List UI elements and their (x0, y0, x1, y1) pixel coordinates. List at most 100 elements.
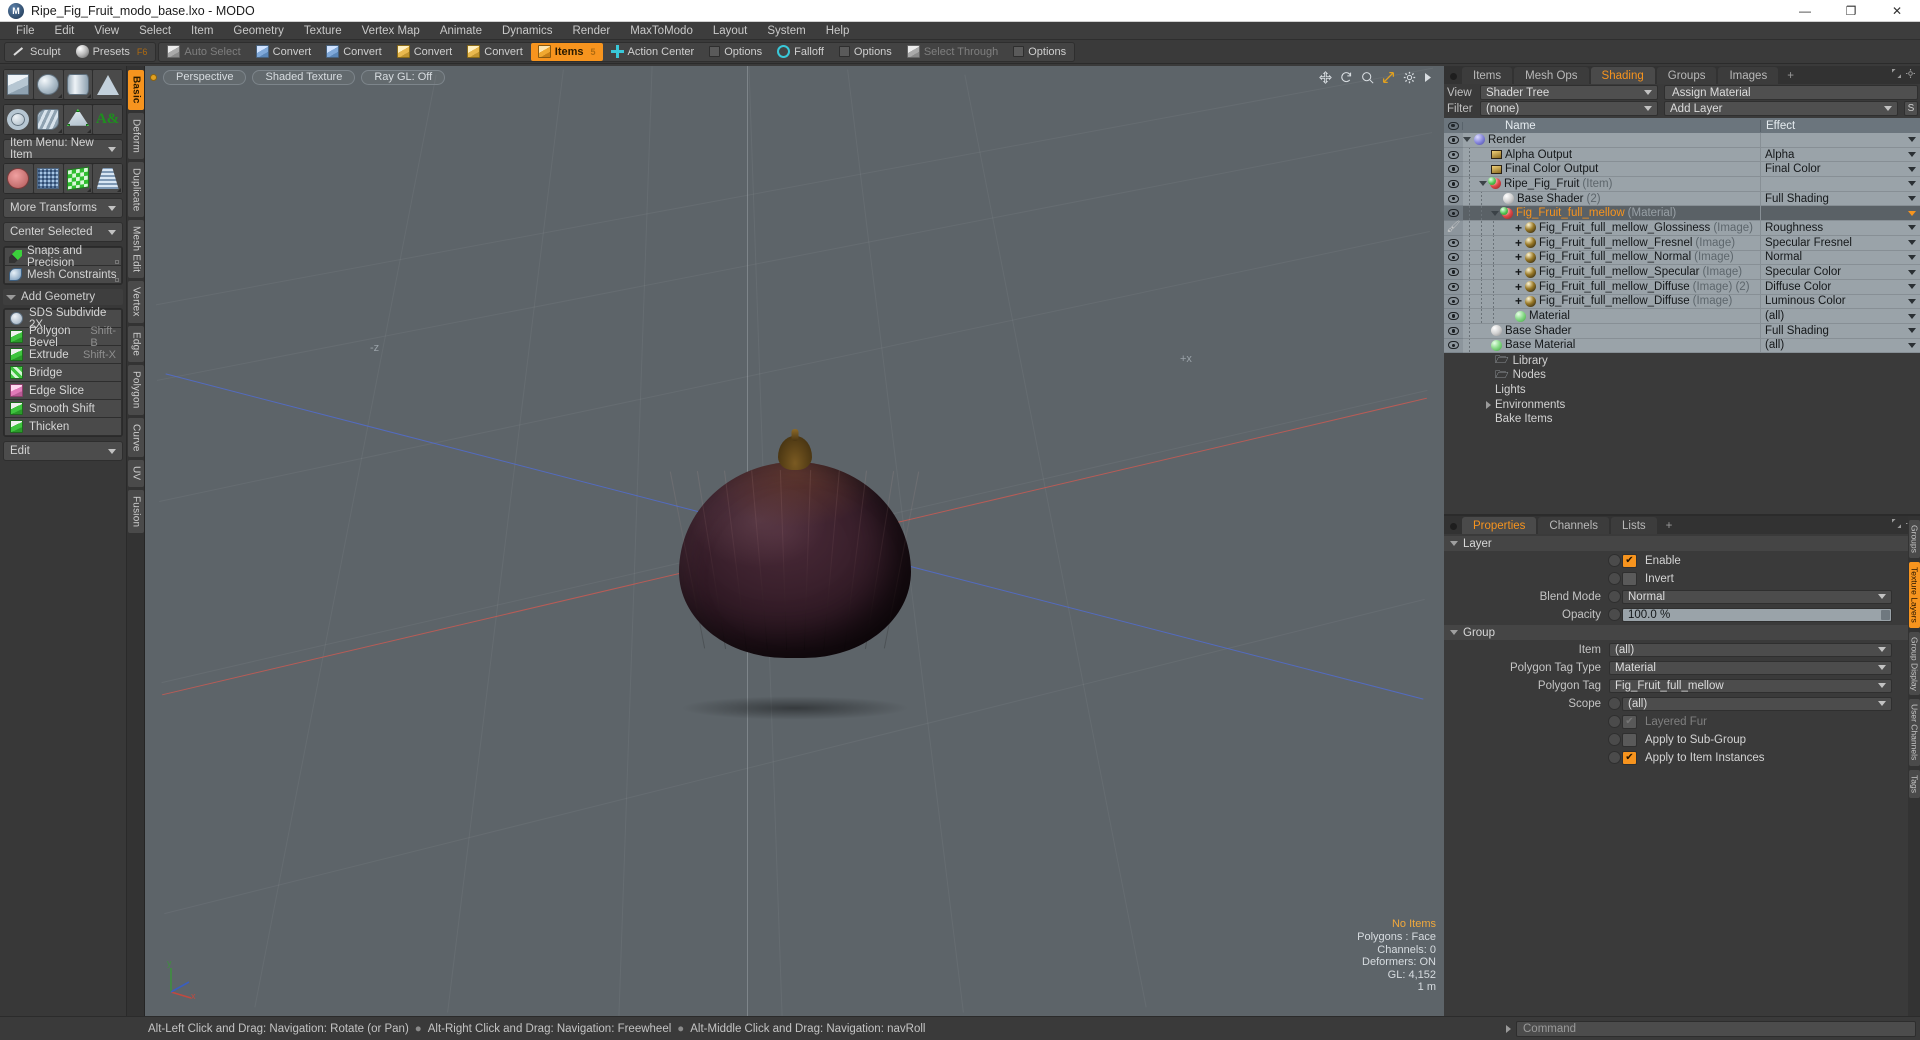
tab-add[interactable]: + (1659, 517, 1680, 534)
visibility-cell[interactable] (1444, 250, 1463, 266)
tree-name-cell[interactable]: Fig_Fruit_full_mellow (Material) (1463, 206, 1760, 222)
toolbar-button-items[interactable]: Items 5 (530, 42, 603, 61)
toolbar-button-options[interactable]: Options (702, 43, 769, 61)
tree-effect-cell[interactable] (1760, 133, 1920, 148)
tree-effect-cell[interactable] (1760, 177, 1920, 192)
minimize-button[interactable]: — (1782, 0, 1828, 22)
tab-add[interactable]: + (1780, 67, 1801, 84)
visibility-eye-icon[interactable] (1448, 165, 1459, 174)
invert-knob[interactable] (1608, 572, 1621, 585)
plus-icon[interactable]: + (1515, 222, 1522, 234)
visibility-eye-icon[interactable] (1448, 179, 1459, 188)
zoom-icon[interactable] (1361, 71, 1374, 84)
add-geometry-header[interactable]: Add Geometry (3, 289, 123, 305)
tree-name-cell[interactable]: Render (1463, 133, 1760, 148)
polygon-tag-type-dropdown[interactable]: Material (1609, 660, 1892, 675)
vertical-tab-polygon[interactable]: Polygon (128, 365, 144, 415)
torus-primitive-button[interactable] (4, 105, 33, 134)
visibility-cell[interactable] (1444, 191, 1463, 207)
slider-end-handle[interactable] (1881, 609, 1890, 620)
polygon-tag-dropdown[interactable]: Fig_Fruit_full_mellow (1609, 678, 1892, 693)
toolbar-button-options[interactable]: Options (832, 43, 899, 61)
tree-name-cell[interactable]: + Fig_Fruit_full_mellow_Normal (Image) (1463, 250, 1760, 266)
properties-side-tab-tags[interactable]: Tags (1909, 769, 1920, 798)
vertical-tab-curve[interactable]: Curve (128, 417, 144, 458)
tree-effect-cell[interactable] (1760, 206, 1920, 222)
properties-side-tab-groups[interactable]: Groups (1909, 520, 1920, 558)
visibility-eye-icon[interactable] (1448, 326, 1459, 335)
menu-item-vertex-map[interactable]: Vertex Map (352, 22, 430, 40)
view-dropdown[interactable]: Shader Tree (1480, 85, 1658, 100)
fit-icon[interactable] (1382, 71, 1395, 84)
rotate-icon[interactable] (1340, 71, 1353, 84)
tree-name-cell[interactable]: + Fig_Fruit_full_mellow_Specular (Image) (1463, 265, 1760, 280)
triangle-down-icon[interactable] (1463, 137, 1471, 143)
vertex-primitive-button[interactable] (63, 105, 93, 134)
edit-dropdown[interactable]: Edit (3, 441, 123, 461)
apply-sub-group-checkbox[interactable] (1622, 732, 1637, 747)
text-primitive-button[interactable]: A& (93, 105, 122, 134)
shader-tree-row[interactable]: Base Shader (2) Full Shading (1444, 191, 1920, 207)
tab-items[interactable]: Items (1462, 67, 1513, 84)
visibility-eye-icon[interactable] (1448, 282, 1459, 291)
mesh-grid-button[interactable] (33, 164, 63, 193)
visibility-cell[interactable] (1444, 323, 1463, 339)
cylinder-primitive-button[interactable] (63, 70, 93, 99)
fig-fruit-model[interactable] (669, 436, 919, 721)
viewport-canvas[interactable]: -z +x (145, 66, 1444, 1016)
shader-tree-row[interactable]: Alpha Output Alpha (1444, 147, 1920, 163)
viewport-shading-button[interactable]: Shaded Texture (252, 69, 356, 85)
move-icon[interactable] (1319, 70, 1332, 84)
shader-tree-row[interactable]: + Fig_Fruit_full_mellow_Specular (Image) Sp… (1444, 265, 1920, 280)
viewport-menu-dot-icon[interactable] (150, 73, 157, 81)
viewport-projection-button[interactable]: Perspective (163, 69, 247, 85)
plus-icon[interactable]: + (1515, 266, 1522, 278)
panel-menu-dot-icon[interactable] (1450, 73, 1457, 80)
plus-icon[interactable]: + (1515, 251, 1522, 263)
visibility-cell[interactable] (1444, 177, 1463, 192)
vertical-tab-fusion[interactable]: Fusion (128, 489, 144, 533)
shader-tree-row[interactable]: Base Material (all) (1444, 338, 1920, 354)
shader-tree-group-lights[interactable]: Lights (1444, 383, 1920, 398)
shader-tree-row[interactable]: + Fig_Fruit_full_mellow_Fresnel (Image) Spe… (1444, 235, 1920, 251)
more-transforms-dropdown[interactable]: More Transforms (3, 198, 123, 218)
visibility-cell[interactable] (1444, 235, 1463, 251)
geometry-tool-smooth-shift[interactable]: Smooth Shift (5, 400, 121, 417)
menu-item-maxtomodo[interactable]: MaxToModo (620, 22, 703, 40)
visibility-cell[interactable] (1444, 162, 1463, 178)
sphere-primitive-button[interactable] (33, 70, 63, 99)
viewport-raygl-button[interactable]: Ray GL: Off (361, 69, 446, 85)
tree-effect-cell[interactable]: Roughness (1760, 221, 1920, 236)
visibility-eye-icon[interactable] (1448, 341, 1459, 350)
menu-item-texture[interactable]: Texture (294, 22, 352, 40)
tab-mesh-ops[interactable]: Mesh Ops (1514, 67, 1589, 84)
visibility-eye-icon[interactable] (1448, 150, 1459, 159)
shader-side-button[interactable]: S (1904, 101, 1918, 116)
menu-item-system[interactable]: System (757, 22, 815, 40)
tree-effect-cell[interactable]: Full Shading (1760, 191, 1920, 207)
triangle-down-icon[interactable] (1479, 181, 1487, 187)
visibility-eye-icon[interactable] (1448, 194, 1459, 203)
gear-icon[interactable] (1403, 71, 1416, 84)
panel-expand-icon[interactable] (1892, 519, 1901, 531)
visibility-cell[interactable]: 🖌 (1444, 221, 1463, 236)
scope-dropdown[interactable]: (all) (1622, 696, 1892, 711)
apply-sub-group-knob[interactable] (1608, 733, 1621, 746)
toolbar-button-convert[interactable]: Convert (390, 43, 460, 61)
properties-side-tab-group-display[interactable]: Group Display (1909, 631, 1920, 696)
geometry-tool-bridge[interactable]: Bridge (5, 364, 121, 381)
visibility-eye-icon[interactable] (1448, 209, 1459, 218)
menu-item-dynamics[interactable]: Dynamics (492, 22, 562, 40)
brush-icon[interactable]: 🖌 (1447, 222, 1461, 233)
transform-gizmo-button[interactable] (4, 164, 33, 193)
shader-tree-row[interactable]: + Fig_Fruit_full_mellow_Diffuse (Image) (2… (1444, 279, 1920, 295)
triangle-down-icon[interactable] (1491, 210, 1499, 216)
shader-tree-row[interactable]: Final Color Output Final Color (1444, 162, 1920, 178)
geometry-tool-polygon-bevel[interactable]: Polygon Bevel Shift-B (5, 325, 121, 349)
blend-mode-dropdown[interactable]: Normal (1622, 589, 1892, 604)
opacity-slider[interactable]: 100.0 % (1622, 607, 1892, 622)
visibility-cell[interactable] (1444, 309, 1463, 324)
geometry-tool-thicken[interactable]: Thicken (5, 418, 121, 435)
vertical-tab-basic[interactable]: Basic (128, 70, 144, 110)
shader-tree-row[interactable]: 🖌 + Fig_Fruit_full_mellow_Glossiness (Image… (1444, 221, 1920, 236)
